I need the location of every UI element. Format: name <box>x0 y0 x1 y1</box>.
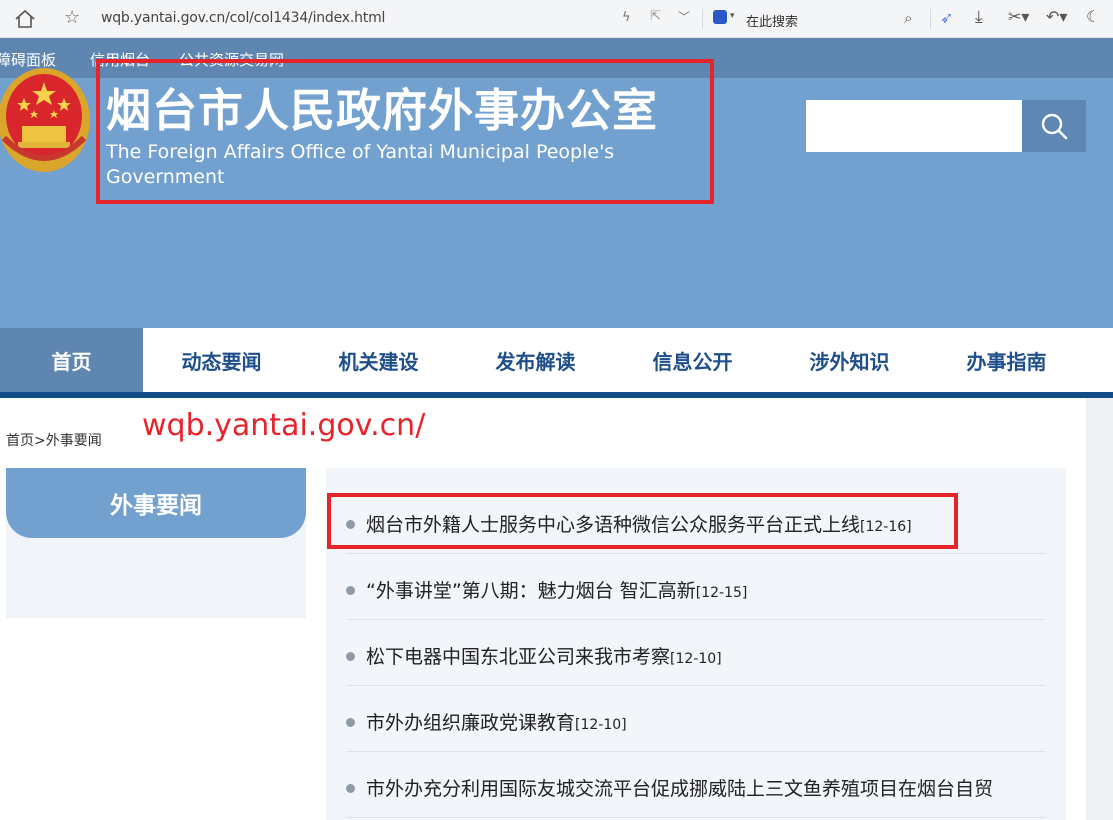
site-search-button[interactable] <box>1022 100 1086 152</box>
news-highlight-box <box>327 493 958 549</box>
nav-divider <box>0 392 1113 398</box>
scissors-icon[interactable]: ✂▾ <box>1008 7 1029 26</box>
address-bar[interactable]: wqb.yantai.gov.cn/col/col1434/index.html <box>101 10 385 26</box>
national-emblem-icon <box>0 68 90 172</box>
main-nav: 首页 动态要闻 机关建设 发布解读 信息公开 涉外知识 办事指南 <box>0 328 1113 392</box>
share-icon[interactable]: ⇱ <box>650 9 661 24</box>
bullet-icon <box>346 718 355 727</box>
toolbar-divider <box>930 9 931 29</box>
bullet-icon <box>346 652 355 661</box>
download-icon[interactable]: ⤓ <box>975 7 983 27</box>
browser-search-field[interactable]: 在此搜索 <box>746 11 798 30</box>
caret-down-icon[interactable]: ▾ <box>730 11 735 21</box>
toolbar-divider <box>702 9 703 29</box>
nav-news[interactable]: 动态要闻 <box>143 328 300 392</box>
breadcrumb-separator: > <box>34 433 46 449</box>
breadcrumb: 首页>外事要闻 <box>6 430 102 450</box>
site-url-annotation: wqb.yantai.gov.cn/ <box>142 408 426 443</box>
news-item[interactable]: 松下电器中国东北亚公司来我市考察[12-10] <box>346 620 1046 686</box>
nav-foreign-knowledge[interactable]: 涉外知识 <box>771 328 928 392</box>
news-title[interactable]: 市外办充分利用国际友城交流平台促成挪威陆上三文鱼养殖项目在烟台自贸 <box>366 774 993 801</box>
news-item[interactable]: 市外办充分利用国际友城交流平台促成挪威陆上三文鱼养殖项目在烟台自贸 <box>346 752 1046 818</box>
nav-info-disclosure[interactable]: 信息公开 <box>614 328 771 392</box>
lightning-icon[interactable]: ϟ <box>622 10 631 25</box>
nav-service-guide[interactable]: 办事指南 <box>928 328 1085 392</box>
breadcrumb-current[interactable]: 外事要闻 <box>46 433 102 449</box>
nav-home[interactable]: 首页 <box>0 328 143 392</box>
site-title-english: The Foreign Affairs Office of Yantai Mun… <box>106 141 615 188</box>
news-title[interactable]: 松下电器中国东北亚公司来我市考察[12-10] <box>366 642 722 669</box>
news-item[interactable]: 市外办组织廉政党课教育[12-10] <box>346 686 1046 752</box>
extension-icon[interactable]: ➶ <box>940 8 953 27</box>
bullet-icon <box>346 586 355 595</box>
news-title[interactable]: 市外办组织廉政党课教育[12-10] <box>366 708 627 735</box>
search-icon[interactable]: ⌕ <box>904 9 912 27</box>
site-title: 烟台市人民政府外事办公室 <box>106 84 659 137</box>
news-item[interactable]: “外事讲堂”第八期：魅力烟台 智汇高新[12-15] <box>346 554 1046 620</box>
site-search-input[interactable] <box>806 100 1022 152</box>
news-title[interactable]: “外事讲堂”第八期：魅力烟台 智汇高新[12-15] <box>366 576 747 603</box>
nav-releases[interactable]: 发布解读 <box>457 328 614 392</box>
search-engine-icon[interactable] <box>713 10 727 24</box>
browser-toolbar: ☆ wqb.yantai.gov.cn/col/col1434/index.ht… <box>0 0 1113 38</box>
nav-org-building[interactable]: 机关建设 <box>300 328 457 392</box>
page-scrollbar[interactable] <box>1086 398 1113 820</box>
search-icon <box>1041 113 1068 140</box>
chevron-down-icon[interactable]: ﹀ <box>678 8 690 25</box>
home-icon[interactable] <box>14 9 36 29</box>
news-date: [12-10] <box>575 717 627 733</box>
bullet-icon <box>346 784 355 793</box>
side-tab-foreign-news[interactable]: 外事要闻 <box>6 468 306 538</box>
news-date: [12-10] <box>670 651 722 667</box>
bookmark-star-icon[interactable]: ☆ <box>64 7 86 29</box>
night-mode-icon[interactable]: ☾ <box>1086 7 1100 26</box>
news-date: [12-15] <box>695 585 748 601</box>
undo-icon[interactable]: ↶▾ <box>1046 7 1067 26</box>
breadcrumb-home[interactable]: 首页 <box>6 433 34 449</box>
